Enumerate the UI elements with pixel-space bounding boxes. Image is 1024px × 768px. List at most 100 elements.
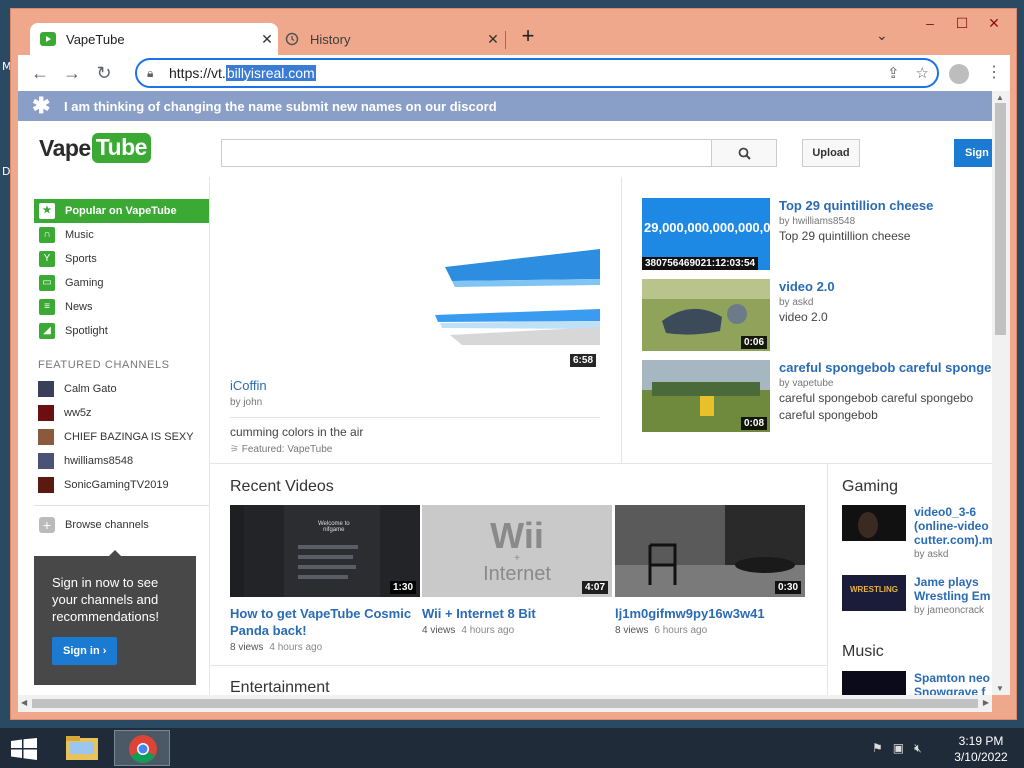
scroll-down-icon[interactable]: ▼ [996,684,1004,693]
featured-video-thumbnail[interactable]: 6:58 [230,197,602,369]
video-author[interactable]: by askd [779,297,813,308]
channel-item[interactable]: Calm Gato [34,377,209,401]
sidebar-item-music[interactable]: ∩ Music [34,223,209,247]
channel-item[interactable]: ww5z [34,401,209,425]
minimize-icon[interactable]: – [914,13,946,33]
channel-item[interactable]: SonicGamingTV2019 [34,473,209,497]
channel-item[interactable]: CHIEF BAZINGA IS SEXY [34,425,209,449]
lock-icon: 🔒︎ [147,65,154,80]
browser-window: VapeTube ✕ History ✕ + ⌄ – ☐ ✕ ← → ↻ 🔒︎ … [10,8,1017,720]
video-card[interactable]: Welcome to nifgame 1:30 How to get VapeTu… [230,505,420,653]
channel-name: Calm Gato [64,383,117,395]
promo-sign-in-button[interactable]: Sign in › [52,637,118,665]
video-thumbnail[interactable]: WRESTLING [842,575,906,611]
sidebar-item-news[interactable]: ≡ News [34,295,209,319]
search-button[interactable] [711,139,777,167]
video-title[interactable]: lj1m0gifmw9py16w3w41 [615,605,805,622]
sidebar-item-spotlight[interactable]: ◢ Spotlight [34,319,209,343]
search-input[interactable] [221,139,713,167]
scroll-thumb[interactable] [995,103,1006,335]
duration-badge: 1:30 [389,581,416,594]
video-title[interactable]: video0_3-6 (online-video cutter.com).m [914,505,992,547]
channel-item[interactable]: hwilliams8548 [34,449,209,473]
duration-badge: 0:30 [774,581,801,594]
reload-icon[interactable]: ↻ [92,61,116,85]
forward-arrow-icon[interactable]: → [60,61,84,85]
scroll-up-icon[interactable]: ▲ [996,93,1004,102]
video-title[interactable]: careful spongebob careful sponge [779,360,991,375]
sidebar-item-popular[interactable]: ★ Popular on VapeTube [34,199,209,223]
video-title[interactable]: Wii + Internet 8 Bit [422,605,612,622]
tab-history[interactable]: History ✕ [274,23,504,55]
sidebar-item-gaming[interactable]: ▭ Gaming [34,271,209,295]
divider [827,463,828,695]
banner-text: I am thinking of changing the name submi… [64,98,497,114]
video-author[interactable]: by vapetube [779,378,834,389]
video-thumbnail[interactable] [842,505,906,541]
video-author[interactable]: by hwilliams8548 [779,216,855,227]
file-explorer-icon[interactable] [56,730,112,766]
network-icon[interactable]: ▣ [893,741,904,756]
video-item[interactable]: 0:06 video 2.0 by askd video 2.0 [642,279,992,353]
video-card[interactable]: Wii + Internet 4:07 Wii + Internet 8 Bit… [422,505,612,636]
share-icon[interactable]: ⇪ [887,64,900,82]
maximize-icon[interactable]: ☐ [946,13,978,33]
tab-strip: VapeTube ✕ History ✕ + ⌄ – ☐ ✕ [11,9,1016,55]
tab-vapetube[interactable]: VapeTube ✕ [30,23,278,55]
video-title[interactable]: Top 29 quintillion cheese [779,198,933,213]
video-item[interactable]: 0:08 careful spongebob careful sponge by… [642,360,992,434]
scroll-thumb[interactable] [32,699,978,708]
browse-channels-link[interactable]: + Browse channels [34,512,209,538]
new-tab-plus-icon[interactable]: + [516,25,540,49]
video-title[interactable]: Jame plays Wrestling Em [914,575,992,605]
close-window-icon[interactable]: ✕ [978,13,1010,33]
windows-start-icon[interactable] [10,738,38,760]
video-card[interactable]: 0:30 lj1m0gifmw9py16w3w41 8 views 6 hours… [615,505,805,636]
video-thumbnail[interactable] [842,671,906,695]
newspaper-icon: ≡ [39,299,55,315]
video-thumbnail[interactable]: 29,000,000,000,000,000,000 380756469021:… [642,198,770,270]
clock-time: 3:19 PM [958,734,1004,748]
video-thumbnail[interactable]: Wii + Internet 4:07 [422,505,612,597]
video-author[interactable]: by jameoncrack [914,605,984,616]
featured-video-title[interactable]: iCoffin [230,378,267,393]
video-author[interactable]: by askd [914,549,948,560]
system-tray: ⚑ ▣ 🔇︎ [872,741,922,756]
gaming-video-item[interactable]: video0_3-6 (online-video cutter.com).m b… [842,505,992,561]
sidebar-item-label: Sports [65,253,97,265]
scroll-right-icon[interactable]: ▶ [983,698,989,707]
scroll-left-icon[interactable]: ◀ [21,698,27,707]
back-arrow-icon[interactable]: ← [28,61,52,85]
gaming-video-item[interactable]: WRESTLING Jame plays Wrestling Em by jam… [842,575,992,631]
video-title[interactable]: Spamton neo Snowgrave f [914,671,992,695]
sign-in-button[interactable]: Sign [954,139,992,167]
upload-button[interactable]: Upload [802,139,860,167]
music-video-item[interactable]: Spamton neo Snowgrave f [842,671,992,695]
menu-kebab-icon[interactable]: ⋮ [986,62,1002,82]
profile-avatar-icon[interactable] [949,64,969,84]
vapetube-logo[interactable]: Vape Tube [39,133,151,163]
video-item[interactable]: 29,000,000,000,000,000,000 380756469021:… [642,198,992,272]
url-text[interactable]: https://vt.billyisreal.com [169,65,316,81]
entertainment-heading: Entertainment [230,679,330,695]
video-meta: 8 views 4 hours ago [230,642,323,653]
vertical-scrollbar[interactable]: ▲ ▼ [992,91,1010,695]
sidebar-item-sports[interactable]: Y Sports [34,247,209,271]
video-thumbnail[interactable]: Welcome to nifgame 1:30 [230,505,420,597]
featured-video-author[interactable]: by john [230,397,262,408]
video-thumbnail[interactable]: 0:06 [642,279,770,351]
browser-toolbar: ← → ↻ 🔒︎ https://vt.billyisreal.com ⇪ ☆ … [18,55,1010,91]
tab-search-chevron-icon[interactable]: ⌄ [876,27,888,44]
address-bar[interactable]: 🔒︎ https://vt.billyisreal.com ⇪ ☆ [135,58,939,88]
flag-icon[interactable]: ⚑ [872,741,883,756]
clock[interactable]: 3:19 PM 3/10/2022 [950,733,1012,765]
tab-close-icon[interactable]: ✕ [482,31,504,48]
volume-muted-icon[interactable]: 🔇︎ [914,741,922,756]
video-thumbnail[interactable]: 0:30 [615,505,805,597]
horizontal-scrollbar[interactable]: ◀ ▶ [18,695,992,712]
video-title[interactable]: How to get VapeTube Cosmic Panda back! [230,605,420,639]
chrome-icon[interactable] [114,730,170,766]
video-thumbnail[interactable]: 0:08 [642,360,770,432]
bookmark-star-icon[interactable]: ☆ [916,64,929,82]
video-title[interactable]: video 2.0 [779,279,835,294]
